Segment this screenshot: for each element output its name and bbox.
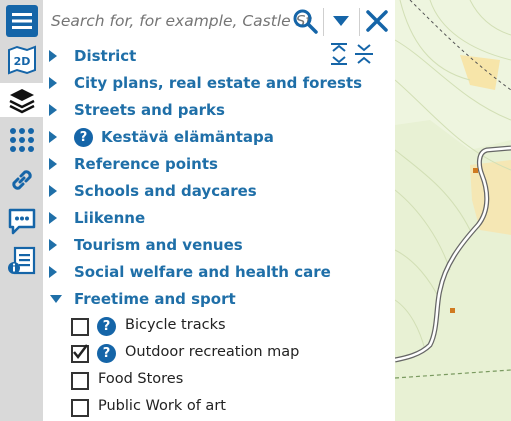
checkbox[interactable] bbox=[71, 318, 89, 336]
layer-group-label: Kestävä elämäntapa bbox=[101, 128, 274, 146]
layer-group-schools[interactable]: Schools and daycares bbox=[43, 178, 395, 205]
checkbox[interactable] bbox=[71, 372, 89, 390]
layer-group-kestava[interactable]: ? Kestävä elämäntapa bbox=[43, 124, 395, 151]
legend-button[interactable] bbox=[4, 244, 40, 278]
layer-group-tourism[interactable]: Tourism and venues bbox=[43, 232, 395, 259]
sublayer-label: Bicycle tracks bbox=[125, 317, 226, 333]
search-button[interactable] bbox=[290, 6, 320, 36]
checkbox-checked[interactable] bbox=[71, 344, 89, 363]
close-button[interactable] bbox=[362, 6, 392, 36]
menu-icon bbox=[6, 5, 38, 37]
layer-group-freetime-sport[interactable]: Freetime and sport bbox=[43, 286, 395, 313]
sublayer-public-work-of-art[interactable]: Public Work of art bbox=[43, 394, 395, 421]
layer-panel: District City plans, real estate and for… bbox=[43, 0, 395, 421]
apps-button[interactable] bbox=[4, 123, 40, 157]
sublayer-bicycle-tracks[interactable]: ? Bicycle tracks bbox=[43, 313, 395, 340]
search-options-button[interactable] bbox=[326, 6, 356, 36]
layer-group-label: Streets and parks bbox=[74, 101, 225, 119]
caret-right-icon bbox=[49, 104, 57, 116]
layers-icon bbox=[8, 89, 35, 114]
caret-right-icon bbox=[49, 266, 57, 278]
link-button[interactable] bbox=[4, 163, 40, 197]
caret-right-icon bbox=[49, 50, 57, 62]
caret-right-icon bbox=[49, 131, 57, 143]
caret-right-icon bbox=[49, 212, 57, 224]
caret-right-icon bbox=[49, 239, 57, 251]
map-2d-icon: 2D bbox=[8, 45, 36, 75]
layer-group-label: Reference points bbox=[74, 155, 218, 173]
sublayer-label: Food Stores bbox=[98, 371, 184, 387]
layer-group-city-plans[interactable]: City plans, real estate and forests bbox=[43, 70, 395, 97]
close-icon bbox=[366, 10, 388, 32]
chevron-down-icon bbox=[333, 16, 349, 26]
layer-group-label: Freetime and sport bbox=[74, 290, 236, 308]
caret-right-icon bbox=[49, 77, 57, 89]
sublayer-food-stores[interactable]: Food Stores bbox=[43, 367, 395, 394]
layer-group-label: District bbox=[74, 47, 137, 65]
layer-group-streets-parks[interactable]: Streets and parks bbox=[43, 97, 395, 124]
layer-group-label: Schools and daycares bbox=[74, 182, 257, 200]
caret-right-icon bbox=[49, 185, 57, 197]
layer-group-label: Tourism and venues bbox=[74, 236, 243, 254]
caret-right-icon bbox=[49, 158, 57, 170]
search-input[interactable] bbox=[51, 5, 331, 37]
layer-group-label: Social welfare and health care bbox=[74, 263, 331, 281]
apps-grid-icon bbox=[10, 128, 34, 152]
map-2d-label: 2D bbox=[14, 55, 31, 68]
sublayer-label: Public Work of art bbox=[98, 398, 226, 414]
layer-group-reference-points[interactable]: Reference points bbox=[43, 151, 395, 178]
feedback-button[interactable] bbox=[4, 204, 40, 238]
layer-group-label: City plans, real estate and forests bbox=[74, 74, 363, 92]
sublayer-label: Outdoor recreation map bbox=[125, 344, 300, 360]
search-bar bbox=[43, 0, 395, 42]
checkbox[interactable] bbox=[71, 399, 89, 417]
menu-button[interactable] bbox=[4, 4, 40, 38]
sublayer-outdoor-recreation-map[interactable]: ? Outdoor recreation map bbox=[43, 340, 395, 367]
layer-group-liikenne[interactable]: Liikenne bbox=[43, 205, 395, 232]
help-icon[interactable]: ? bbox=[97, 344, 116, 363]
layer-group-district[interactable]: District bbox=[43, 43, 395, 70]
check-icon bbox=[73, 344, 88, 360]
info-legend-icon bbox=[8, 246, 36, 275]
search-icon bbox=[293, 9, 318, 34]
layers-button[interactable] bbox=[0, 83, 43, 117]
layer-group-label: Liikenne bbox=[74, 209, 146, 227]
toolbar-divider bbox=[359, 8, 360, 36]
layer-group-social-welfare[interactable]: Social welfare and health care bbox=[43, 259, 395, 286]
feedback-icon bbox=[8, 208, 36, 235]
left-toolbar: 2D bbox=[0, 0, 43, 421]
caret-down-icon bbox=[50, 295, 62, 303]
help-icon[interactable]: ? bbox=[74, 128, 93, 147]
link-icon bbox=[12, 170, 32, 190]
help-icon[interactable]: ? bbox=[97, 317, 116, 336]
toolbar-divider bbox=[323, 8, 324, 36]
map-2d-button[interactable]: 2D bbox=[4, 43, 40, 77]
